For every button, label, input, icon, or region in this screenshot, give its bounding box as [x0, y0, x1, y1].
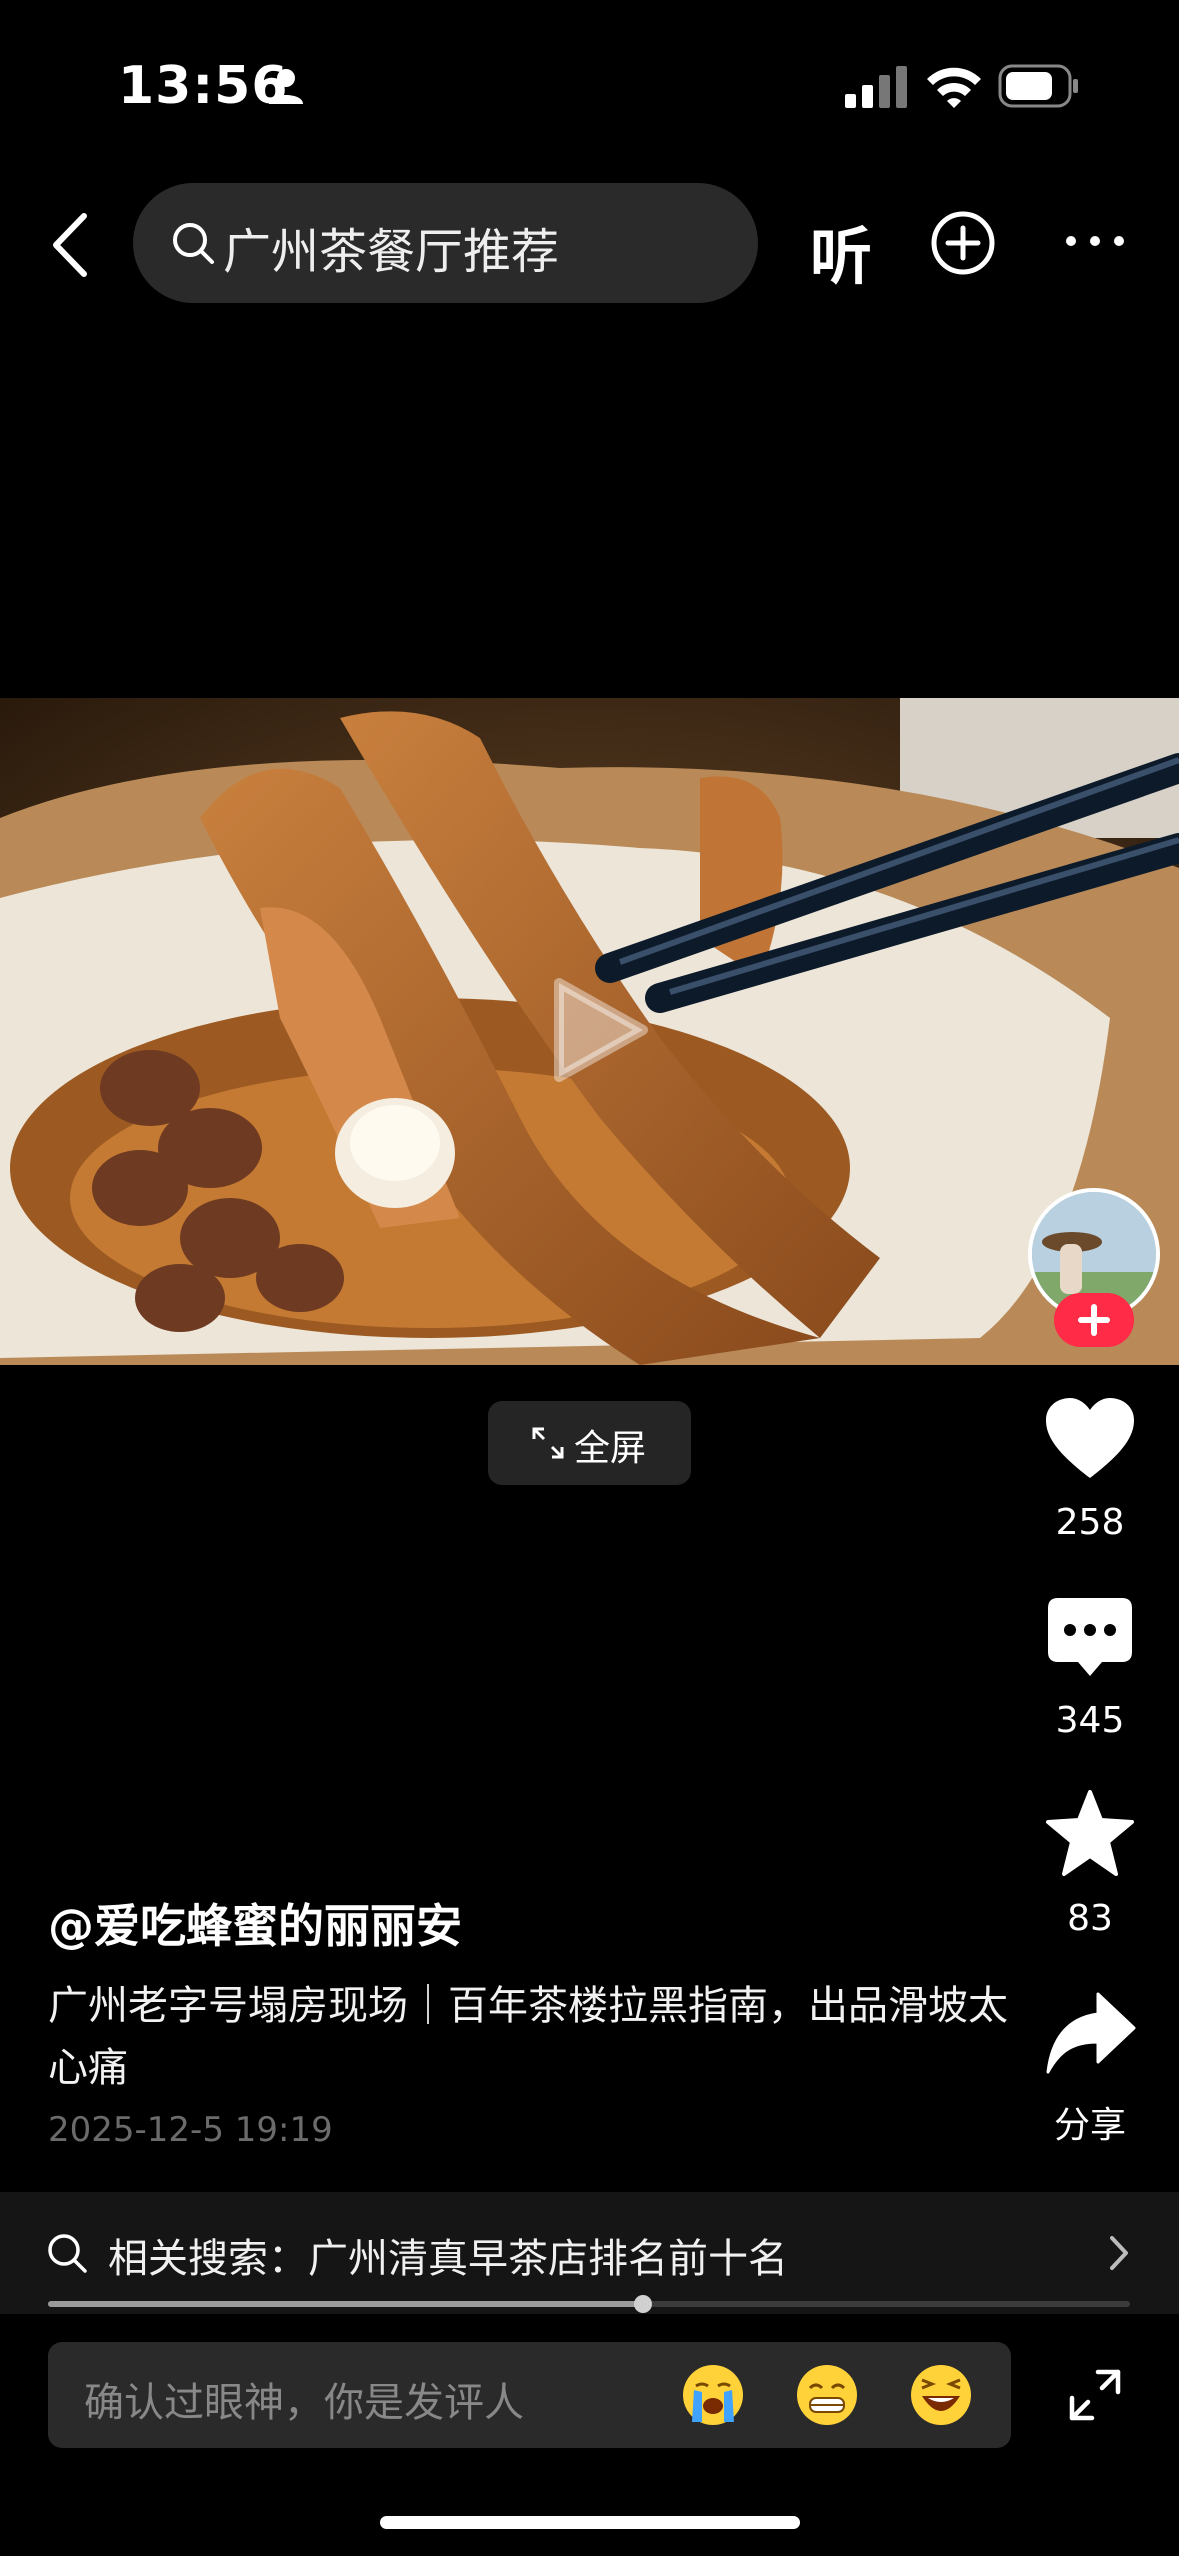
chevron-right-icon [1110, 2236, 1128, 2270]
back-arrow-icon[interactable] [44, 210, 100, 280]
follow-button[interactable] [1054, 1293, 1134, 1347]
person-icon [269, 69, 303, 104]
comment-count: 345 [1055, 1700, 1125, 1741]
like-count: 258 [1055, 1502, 1125, 1543]
search-icon [48, 2234, 87, 2273]
related-search-bar[interactable]: 相关搜索：广州清真早茶店排名前十名 [0, 2192, 1179, 2314]
status-time: 13:56 [118, 56, 289, 116]
play-icon[interactable] [545, 975, 655, 1085]
related-search-text: 相关搜索：广州清真早茶店排名前十名 [108, 2236, 788, 2282]
listen-button[interactable]: 听 [810, 206, 872, 296]
fullscreen-label: 全屏 [574, 1428, 647, 1469]
post-date: 2025-12-5 19:19 [48, 2110, 333, 2150]
search-query-text: 广州茶餐厅推荐 [223, 224, 560, 280]
comment-placeholder: 确认过眼神，你是发评人 [84, 2380, 524, 2426]
favorite-count: 83 [1067, 1898, 1113, 1939]
share-label: 分享 [1053, 2105, 1126, 2146]
author-name[interactable]: @爱吃蜂蜜的丽丽安 [48, 1890, 462, 1956]
home-indicator[interactable] [380, 2516, 800, 2529]
comment-icon[interactable] [1044, 1594, 1136, 1686]
comment-input[interactable]: 确认过眼神，你是发评人 [48, 2342, 1011, 2448]
share-icon[interactable] [1044, 1988, 1136, 2080]
playback-progress-knob[interactable] [634, 2295, 653, 2313]
laughing-emoji[interactable] [908, 2362, 974, 2428]
add-circle-icon[interactable] [930, 210, 996, 276]
crying-emoji[interactable] [680, 2362, 746, 2428]
heart-icon[interactable] [1044, 1394, 1136, 1486]
wifi-icon [927, 67, 981, 108]
fullscreen-button[interactable]: 全屏 [488, 1401, 691, 1485]
grinning-teeth-emoji[interactable] [794, 2362, 860, 2428]
search-icon [173, 223, 214, 264]
star-icon[interactable] [1044, 1788, 1136, 1880]
collapse-arrows-icon [532, 1427, 564, 1459]
battery-icon [998, 64, 1078, 108]
expand-icon[interactable] [1068, 2368, 1122, 2422]
search-bar[interactable]: 广州茶餐厅推荐 [133, 183, 758, 303]
more-icon[interactable] [1064, 226, 1126, 256]
video-description: 广州老字号塌房现场｜百年茶楼拉黑指南，出品滑坡太心痛 [48, 1983, 1008, 2091]
signal-icon [845, 66, 907, 108]
playback-progress-fill [48, 2301, 644, 2307]
